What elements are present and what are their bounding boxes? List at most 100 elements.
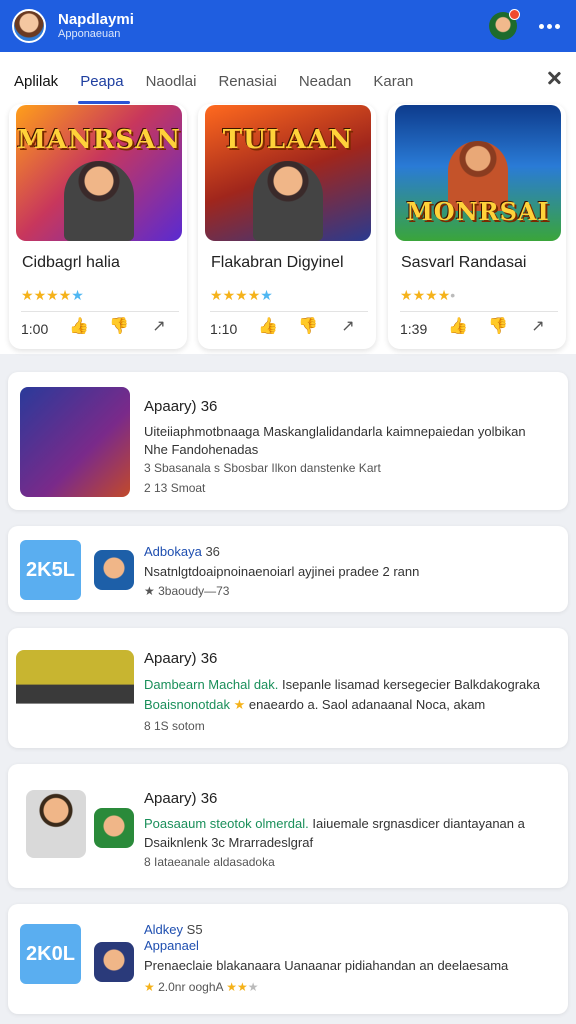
item-description-text: Iaiuemale srgnasdicer diantayanan a (312, 816, 525, 831)
featured-row: MANRSAN Cidbagrl halia ★ ★ ★ ★ ★ 1:00 👍 👎 ↗ … (0, 104, 576, 354)
featured-card[interactable]: MANRSAN Cidbagrl halia ★ ★ ★ ★ ★ 1:00 👍 👎 ↗ (9, 104, 187, 349)
star-rating: ★ ★ ★ ★ ★ (210, 287, 273, 303)
tab-karan[interactable]: Karan (373, 52, 413, 104)
star-icon: ★ (144, 980, 155, 994)
dislike-icon[interactable]: 👎 (109, 318, 129, 336)
item-meta: ★ 3baoudy—73 (144, 584, 230, 598)
game-logo-text: MANRSAN (16, 125, 182, 155)
item-title-text: Aldkey (144, 922, 184, 937)
item-title: Adbokaya 36 (144, 544, 220, 559)
game-title: Flakabran Digyinel (211, 254, 344, 271)
item-description: Nsatnlgtdoaipnoinaenoiarl ayjinei pradee… (144, 564, 420, 579)
divider (21, 311, 179, 312)
share-icon[interactable]: ↗ (149, 318, 169, 336)
item-title: Apaary) 36 (144, 650, 218, 667)
tab-naodlai[interactable]: Naodlai (146, 52, 197, 104)
item-description-line2: Boaisnonotdak ★ enaeardo a. Saol adanaan… (144, 697, 562, 713)
item-meta: 8 Iataeanale aldasadoka (144, 855, 275, 869)
featured-card[interactable]: TULAAN Flakabran Digyinel ★ ★ ★ ★ ★ 1:10 👍 👎… (198, 104, 376, 349)
list-item[interactable]: 2K5L Adbokaya 36 Nsatnlgtdoaipnoinaenoia… (8, 526, 568, 612)
item-description: Uiteiiaphmotbnaaga Maskanglalidandarla k… (144, 424, 526, 439)
item-meta-secondary: 2 13 Smoat (144, 481, 206, 495)
vehicle-thumbnail (16, 650, 134, 726)
app-header: Napdlaymi Apponaeuan (0, 0, 576, 52)
item-title-number: 36 (205, 544, 220, 559)
game-title: Sasvarl Randasai (401, 254, 527, 271)
item-description-line2: Dsaiknlenk 3c Mrarradeslgraf (144, 835, 314, 850)
card-actions: 👍 👎 ↗ (69, 318, 169, 336)
star-rating: ★ ★ ★ ★ ★ (21, 287, 84, 303)
item-title-text: Adbokaya (144, 544, 202, 559)
item-meta-text: 2.0nr ooghA (158, 980, 223, 994)
star-icon: ★ (233, 697, 246, 712)
character-figure (253, 161, 323, 241)
item-description-line2: Nhe Fandohenadas (144, 442, 259, 457)
share-icon[interactable]: ↗ (528, 318, 548, 336)
app-subtitle: Apponaeuan (58, 28, 121, 41)
card-actions: 👍 👎 ↗ (448, 318, 548, 336)
item-highlight: Boaisnonotdak (144, 697, 231, 712)
game-logo-text: MONRSAI (406, 197, 550, 226)
game-icon (94, 550, 134, 590)
item-meta: 8 1S sotom (144, 719, 205, 733)
like-icon[interactable]: 👍 (258, 318, 278, 336)
tab-aplilak[interactable]: Aplilak (14, 52, 58, 104)
game-logo-text: TULAAN (222, 125, 354, 155)
star-rating: ★★ (226, 980, 248, 994)
play-count: 1:39 (400, 321, 428, 337)
star-empty-icon: ★ (247, 980, 259, 994)
tab-neadan[interactable]: Neadan (299, 52, 352, 104)
item-meta: ★ 2.0nr ooghA ★★★ (144, 980, 258, 994)
star-rating: ★ ★ ★ ★ • (400, 287, 455, 303)
dislike-icon[interactable]: 👎 (298, 318, 318, 336)
character-figure (64, 161, 134, 241)
item-description: Prenaeclaie blakanaara Uanaanar pidiahan… (144, 958, 509, 973)
item-title: Apaary) 36 (144, 790, 218, 807)
game-artwork: MONRSAI (395, 105, 561, 241)
notification-dot (509, 9, 520, 20)
list-item[interactable]: Apaary) 36 Poasaaum steotok olmerdal. Ia… (8, 764, 568, 888)
game-artwork: TULAAN (205, 105, 371, 241)
user-avatar[interactable] (489, 9, 520, 40)
game-icon (94, 942, 134, 982)
play-count: 1:10 (210, 321, 238, 337)
item-description: Poasaaum steotok olmerdal. Iaiuemale srg… (144, 816, 562, 831)
divider (400, 311, 558, 312)
item-title: Aldkey S5 (144, 922, 203, 937)
app-badge-tile: 2K5L (20, 540, 81, 600)
category-tabs: Aplilak Peapa Naodlai Renasiai Neadan Ka… (0, 52, 576, 104)
list-item[interactable]: Apaary) 36 Dambearn Machal dak. Isepanle… (8, 628, 568, 748)
app-avatar[interactable] (12, 9, 46, 43)
card-actions: 👍 👎 ↗ (258, 318, 358, 336)
tab-peapa[interactable]: Peapa (78, 52, 130, 104)
featured-card[interactable]: MONRSAI Sasvarl Randasai ★ ★ ★ ★ • 1:39 👍 👎 … (388, 104, 566, 349)
game-artwork: MANRSAN (16, 105, 182, 241)
like-icon[interactable]: 👍 (69, 318, 89, 336)
divider (210, 311, 368, 312)
item-highlight: Poasaaum steotok olmerdal. (144, 816, 309, 831)
list-item[interactable]: 2K0L Aldkey S5 Appanael Prenaeclaie blak… (8, 904, 568, 1014)
app-badge-tile: 2K0L (20, 924, 81, 984)
share-icon[interactable]: ↗ (338, 318, 358, 336)
like-icon[interactable]: 👍 (448, 318, 468, 336)
tools-icon[interactable] (546, 70, 562, 86)
item-title-number: S5 (186, 922, 203, 937)
item-description-text: Isepanle lisamad kersegecier Balkdakogra… (282, 677, 541, 692)
header-actions (489, 9, 564, 40)
item-description-text: enaeardo a. Saol adanaanal Noca, akam (248, 697, 486, 712)
app-title-block: Napdlaymi Apponaeuan (58, 10, 134, 41)
game-title: Cidbagrl halia (22, 254, 120, 271)
more-options-icon[interactable] (535, 20, 564, 33)
item-meta: 3 Sbasanala s Sbosbar Ilkon danstenke Ka… (144, 461, 381, 475)
character-thumbnail (26, 790, 86, 858)
tab-renasiai[interactable]: Renasiai (218, 52, 276, 104)
game-thumbnail (20, 387, 130, 497)
app-title: Napdlaymi (58, 10, 134, 28)
dislike-icon[interactable]: 👎 (488, 318, 508, 336)
list-item[interactable]: Apaary) 36 Uiteiiaphmotbnaaga Maskanglal… (8, 372, 568, 510)
item-title: Apaary) 36 (144, 398, 218, 415)
game-icon (94, 808, 134, 848)
item-highlight: Dambearn Machal dak. (144, 677, 279, 692)
item-description: Dambearn Machal dak. Isepanle lisamad ke… (144, 677, 562, 692)
item-subtitle: Appanael (144, 938, 199, 953)
